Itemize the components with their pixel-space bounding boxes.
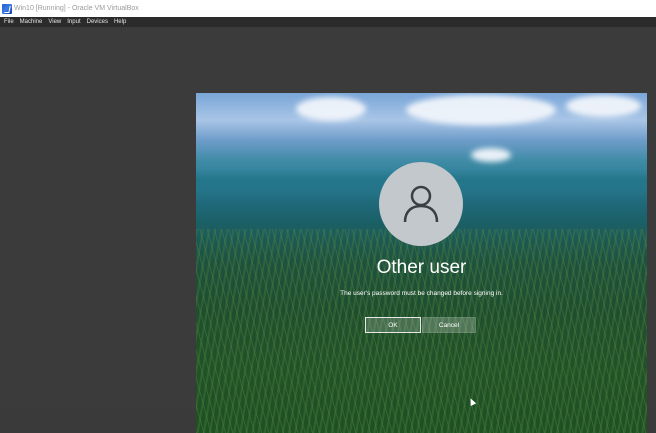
- cloud: [566, 95, 641, 117]
- vm-display[interactable]: Other user The user's password must be c…: [196, 93, 647, 433]
- window-titlebar[interactable]: Win10 [Running] - Oracle VM VirtualBox: [0, 0, 656, 17]
- virtualbox-icon: [2, 3, 12, 14]
- menu-devices[interactable]: Devices: [87, 19, 108, 25]
- cancel-button[interactable]: Cancel: [422, 317, 476, 333]
- menu-view[interactable]: View: [48, 19, 61, 25]
- menu-input[interactable]: Input: [67, 19, 80, 25]
- cloud: [296, 97, 366, 121]
- person-icon: [403, 185, 439, 223]
- menu-bar: File Machine View Input Devices Help: [0, 17, 656, 27]
- login-message: The user's password must be changed befo…: [340, 290, 503, 297]
- menu-machine[interactable]: Machine: [20, 19, 43, 25]
- login-username: Other user: [376, 257, 467, 278]
- menu-file[interactable]: File: [4, 19, 14, 25]
- user-avatar-icon: [379, 162, 463, 246]
- cloud: [406, 95, 556, 125]
- cloud: [471, 148, 511, 162]
- ok-button[interactable]: OK: [365, 317, 421, 333]
- window-title: Win10 [Running] - Oracle VM VirtualBox: [14, 5, 139, 12]
- vm-workspace: Other user The user's password must be c…: [0, 27, 656, 433]
- menu-help[interactable]: Help: [114, 19, 126, 25]
